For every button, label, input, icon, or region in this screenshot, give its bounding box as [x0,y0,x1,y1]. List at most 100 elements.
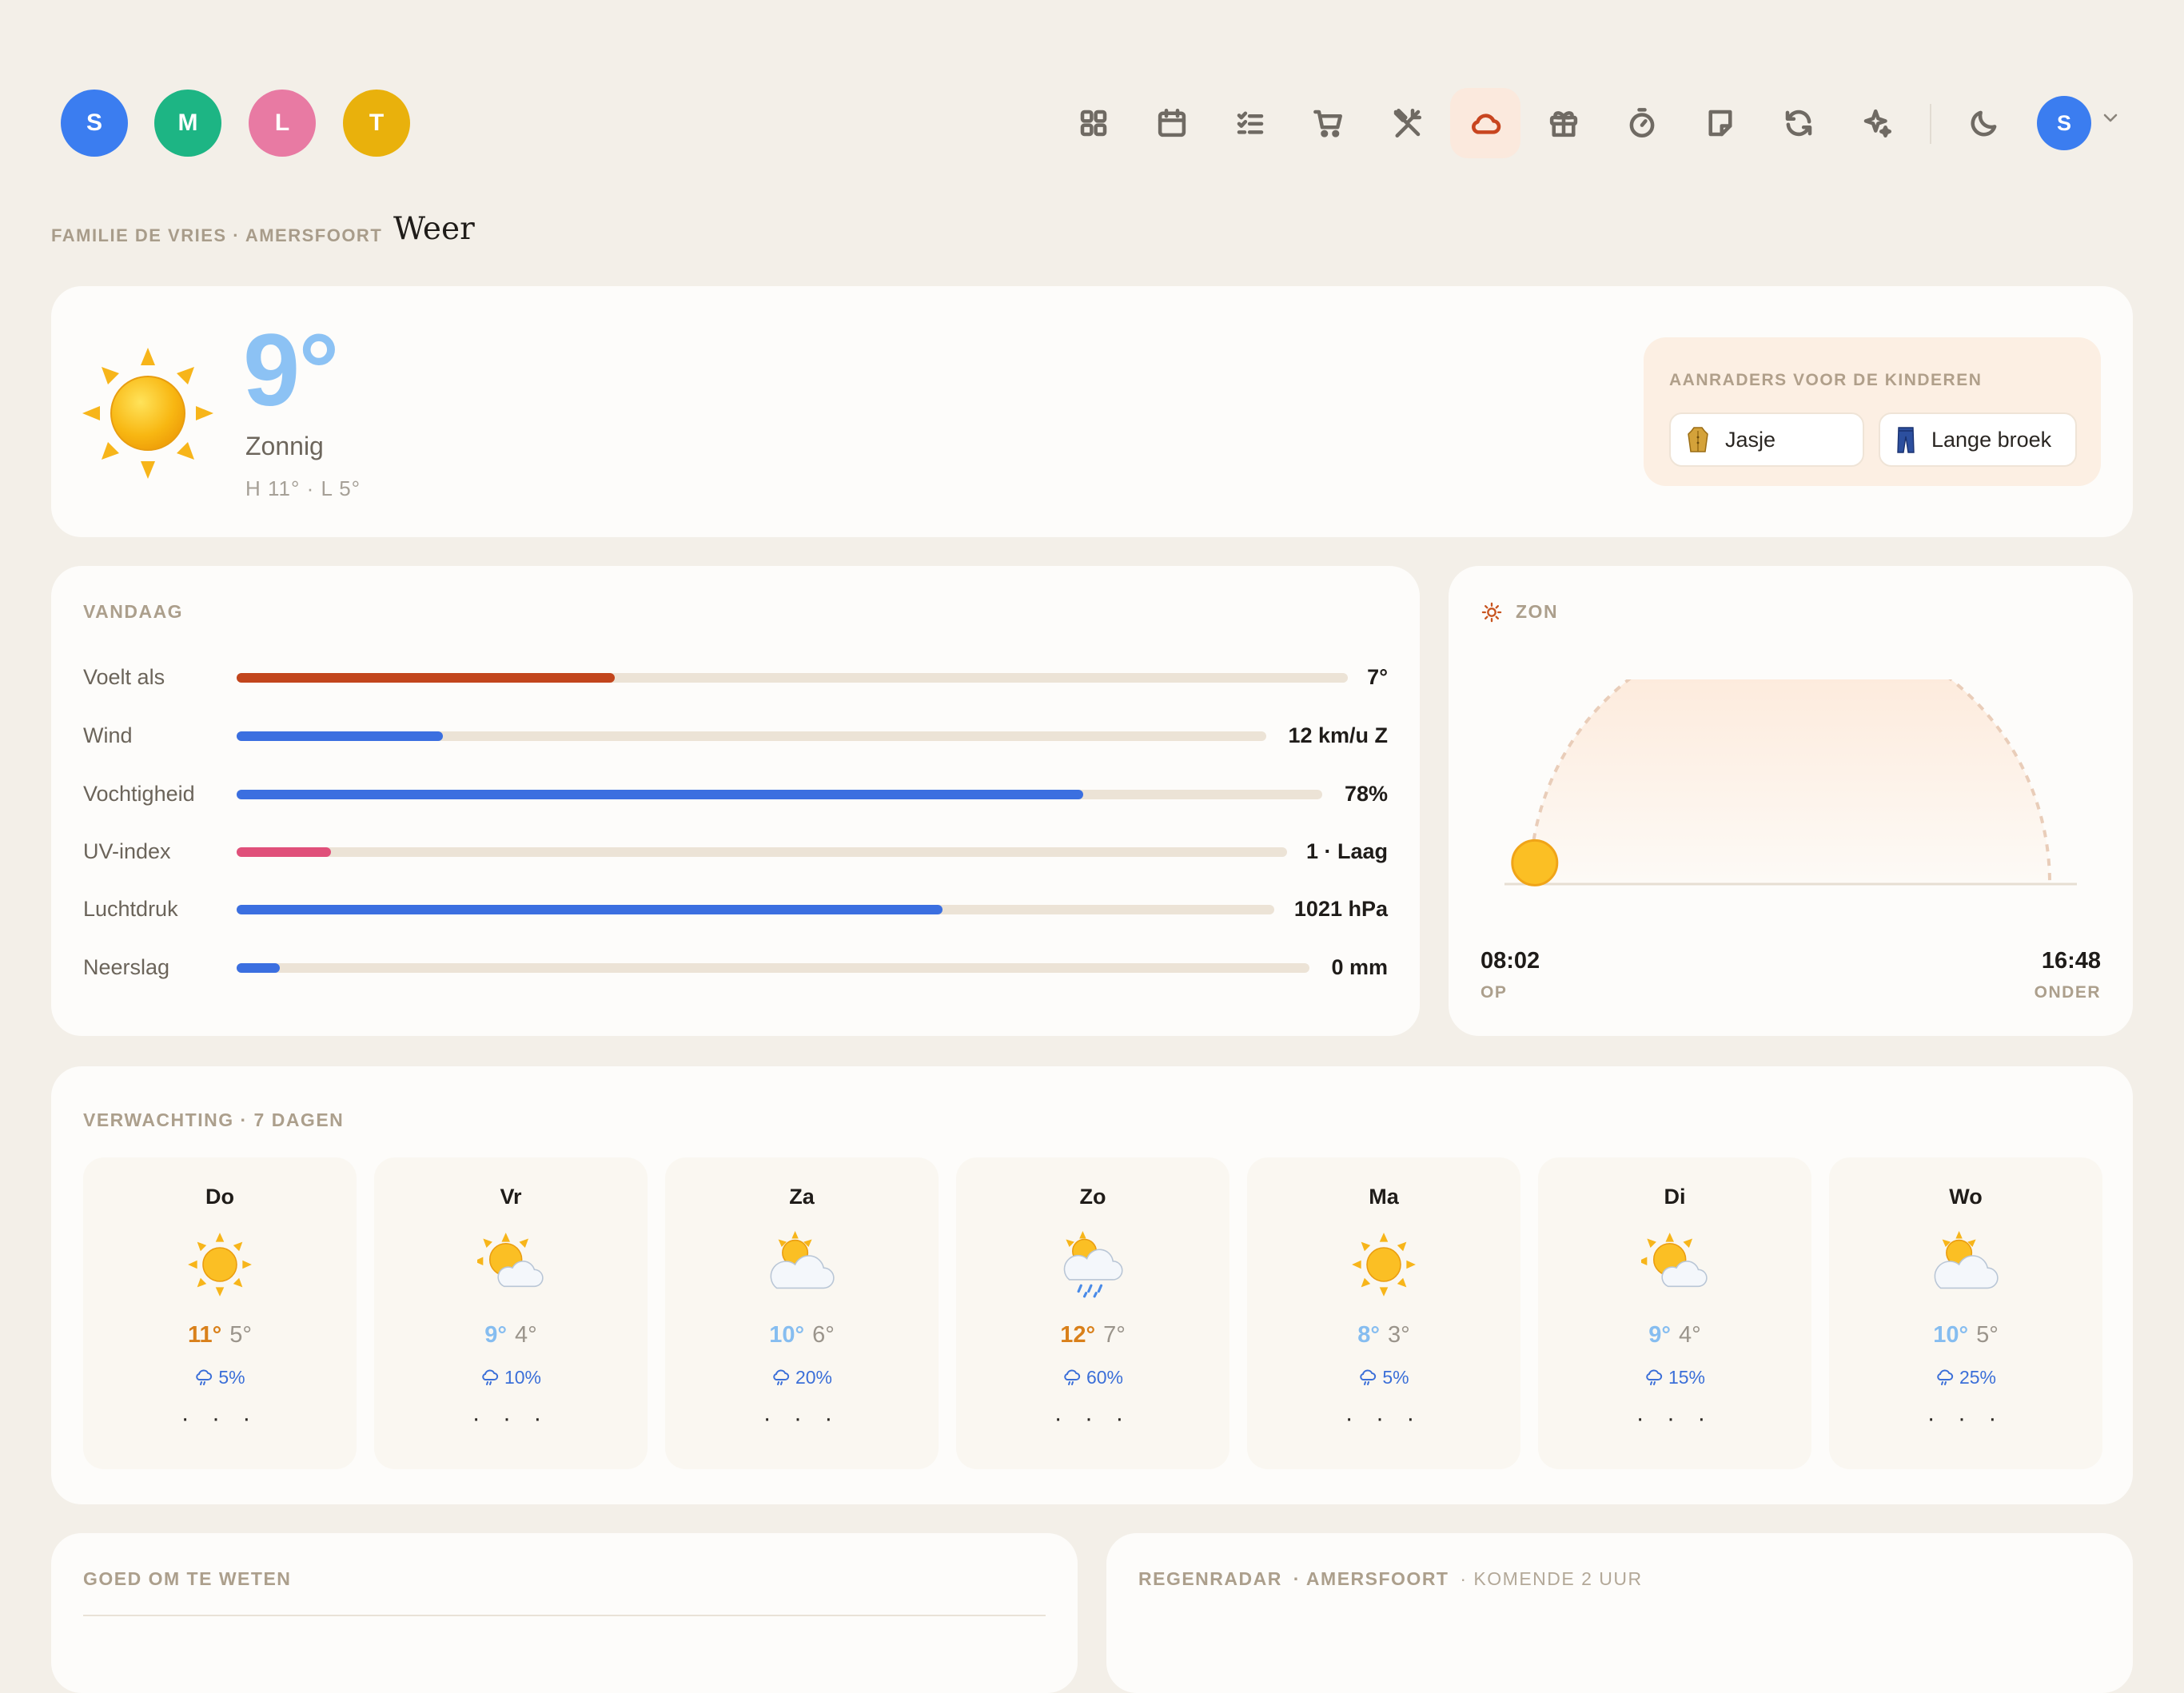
forecast-rain-value: 20% [795,1367,833,1388]
rain-drop-icon [1064,1368,1081,1385]
pressure-bar-fill [237,905,943,914]
sun-position-dot [1511,839,1559,886]
calendar-icon [1158,108,1186,137]
forecast-rain-chance: 20% [665,1367,939,1388]
humidity-bar-fill [237,790,1084,799]
forecast-day-di[interactable]: Di 9° 4° 15% · · · [1538,1157,1811,1469]
nav-weather-button[interactable] [1450,88,1520,158]
forecast-rain-chance: 25% [1829,1367,2102,1388]
rain-drop-icon [482,1368,499,1385]
today-row-label: Luchtdruk [83,897,178,921]
rain-icon [1059,1231,1126,1298]
sparkle-icon [1863,109,1892,138]
forecast-rain-chance: 5% [83,1367,357,1388]
forecast-temps: 8° 3° [1247,1322,1520,1348]
forecast-day-za[interactable]: Za 10° 6° 20% · · · [665,1157,939,1469]
forecast-rain-chance: 15% [1538,1367,1811,1388]
dark-mode-toggle[interactable] [1949,88,2019,158]
forecast-more-dots[interactable]: · · · [1538,1405,1811,1432]
coat-icon [1687,426,1709,453]
forecast-low: 6° [812,1322,835,1348]
sun-title: ZON [1516,601,1559,622]
chevron-down-icon[interactable] [2101,112,2120,125]
forecast-more-dots[interactable]: · · · [374,1405,648,1432]
forecast-low: 4° [515,1322,537,1348]
kids-advice-panel: AANRADERS VOOR DE KINDEREN Jasje Lange b… [1644,337,2101,486]
precipitation-value: 0 mm [1331,955,1388,979]
nav-timer-button[interactable] [1607,88,1677,158]
forecast-more-dots[interactable]: · · · [1829,1405,2102,1432]
rain-drop-icon [1937,1368,1954,1385]
forecast-high: 11° [188,1322,222,1348]
current-high-low: H 11° · L 5° [245,476,361,500]
forecast-more-dots[interactable]: · · · [83,1405,357,1432]
nav-sync-button[interactable] [1764,88,1834,158]
forecast-day-name: Za [789,1185,815,1209]
forecast-day-ma[interactable]: Ma 8° 3° 5% · · · [1247,1157,1520,1469]
sun-icon [186,1231,253,1298]
pressure-value: 1021 hPa [1293,897,1388,921]
nav-dashboard-button[interactable] [1058,88,1129,158]
forecast-temps: 9° 4° [1538,1322,1811,1348]
forecast-high: 12° [1060,1322,1096,1348]
today-row-label: Neerslag [83,955,170,979]
moon-icon [1971,110,1997,137]
forecast-more-dots[interactable]: · · · [956,1405,1229,1432]
sun-cloud-icon [1637,1231,1708,1298]
nav-assistant-button[interactable] [1842,88,1912,158]
sun-cloud-icon [473,1231,544,1298]
timer-icon [1629,108,1655,138]
member-avatar-m[interactable]: M [154,90,221,157]
nav-tasks-button[interactable] [1215,88,1285,158]
checklist-icon [1237,111,1264,134]
uv-bar [237,847,1287,857]
advice-chip-lange-broek[interactable]: Lange broek [1879,412,2077,467]
forecast-more-dots[interactable]: · · · [1247,1405,1520,1432]
member-avatar-t[interactable]: T [343,90,410,157]
precipitation-bar-fill [237,963,280,973]
forecast-day-name: Di [1664,1185,1686,1209]
forecast-day-vr[interactable]: Vr 9° 4° 10% · · · [374,1157,648,1469]
nav-gifts-button[interactable] [1528,88,1599,158]
nav-meals-button[interactable] [1372,88,1442,158]
forecast-more-dots[interactable]: · · · [665,1405,939,1432]
nav-notes-button[interactable] [1685,88,1756,158]
feels-like-bar [237,673,1348,683]
trousers-icon [1896,426,1915,453]
forecast-high: 10° [769,1322,805,1348]
forecast-day-wo[interactable]: Wo 10° 5° 25% · · · [1829,1157,2102,1469]
forecast-day-name: Zo [1079,1185,1106,1209]
page-title: Weer [393,211,475,247]
current-temperature: 9° [243,313,339,428]
forecast-day-zo[interactable]: Zo 12° 7° 60% · · · [956,1157,1229,1469]
forecast-temps: 10° 5° [1829,1322,2102,1348]
gift-icon [1549,111,1578,137]
uv-value: 1 · Laag [1305,839,1388,863]
nav-calendar-button[interactable] [1137,88,1207,158]
advice-chip-jasje[interactable]: Jasje [1669,412,1864,467]
feels-like-bar-fill [237,673,615,683]
rain-drop-icon [773,1368,790,1385]
rain-radar-subtitle: · KOMENDE 2 UUR [1460,1568,1643,1589]
good-to-know-title: GOED OM TE WETEN [83,1568,292,1589]
member-avatar-s[interactable]: S [61,90,128,157]
grid-icon [1080,110,1107,137]
forecast-day-name: Wo [1949,1185,1983,1209]
user-menu-avatar[interactable]: S [2037,96,2091,150]
member-avatar-l[interactable]: L [249,90,316,157]
today-row-label: Voelt als [83,665,165,689]
nav-shopping-button[interactable] [1293,88,1364,158]
forecast-low: 5° [229,1322,252,1348]
rain-radar-title: REGENRADAR [1138,1568,1282,1589]
forecast-low: 3° [1388,1322,1410,1348]
forecast-day-do[interactable]: Do 11° 5° 5% · · · [83,1157,357,1469]
forecast-low: 7° [1103,1322,1126,1348]
forecast-rain-value: 60% [1086,1367,1124,1388]
sun-icon [82,348,213,479]
rain-radar-card [1106,1533,2133,1693]
humidity-value: 78% [1344,782,1388,806]
uv-bar-fill [237,847,332,857]
forecast-temps: 9° 4° [374,1322,648,1348]
forecast-rain-value: 5% [218,1367,245,1388]
rain-drop-icon [196,1368,213,1385]
